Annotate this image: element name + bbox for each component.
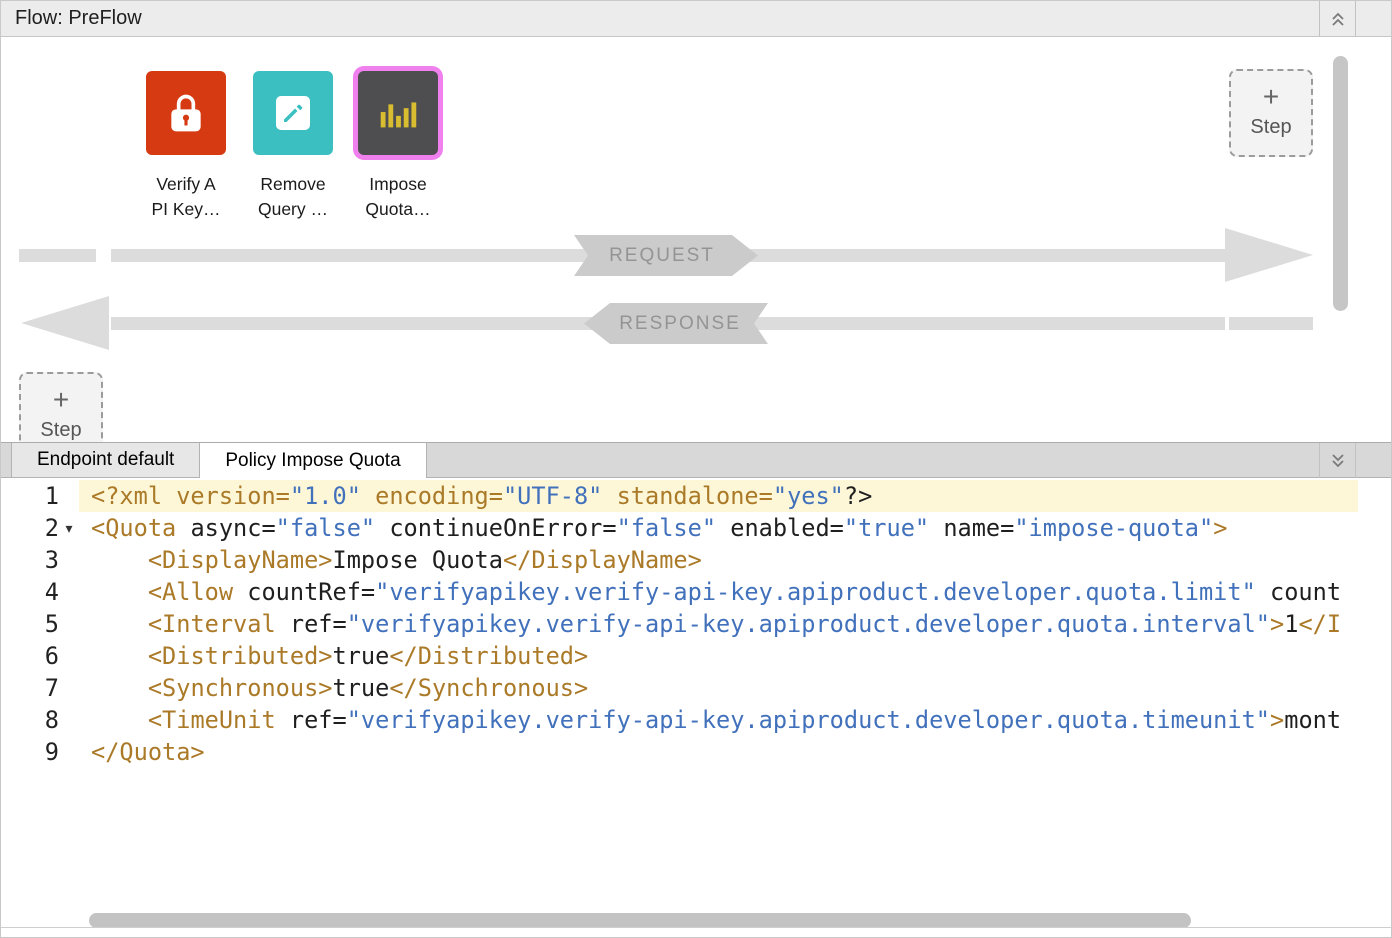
request-flow-bar-left — [19, 249, 96, 262]
code-text: <Synchronous>true</Synchronous> — [79, 672, 1358, 704]
code-line[interactable]: 4 <Allow countRef="verifyapikey.verify-a… — [1, 576, 1391, 608]
lock-icon — [146, 71, 226, 155]
code-text: </Quota> — [79, 736, 1358, 768]
editor-tab-bar: Endpoint default Policy Impose Quota — [1, 442, 1391, 478]
request-label-badge: REQUEST — [574, 235, 758, 276]
tab-endpoint-default[interactable]: Endpoint default — [11, 443, 200, 477]
line-number: 9 — [1, 736, 59, 768]
tab-policy-impose-quota[interactable]: Policy Impose Quota — [200, 443, 426, 478]
horizontal-scrollbar-thumb[interactable] — [89, 913, 1191, 928]
code-line[interactable]: 7 <Synchronous>true</Synchronous> — [1, 672, 1391, 704]
fold-spacer — [59, 672, 79, 704]
bottom-edge — [1, 927, 1391, 937]
fold-spacer — [59, 544, 79, 576]
line-number: 4 — [1, 576, 59, 608]
code-text: <?xml version="1.0" encoding="UTF-8" sta… — [79, 480, 1358, 512]
line-number: 2 — [1, 512, 59, 544]
line-number: 8 — [1, 704, 59, 736]
policy-step-verify-api-key[interactable]: Verify A PI Key… — [146, 71, 226, 155]
plus-icon: + — [53, 386, 69, 414]
response-flow-bar-right — [1229, 317, 1313, 330]
code-text: <Allow countRef="verifyapikey.verify-api… — [79, 576, 1358, 608]
policy-step-remove-query[interactable]: Remove Query … — [253, 71, 333, 155]
code-text: <TimeUnit ref="verifyapikey.verify-api-k… — [79, 704, 1358, 736]
line-number: 5 — [1, 608, 59, 640]
line-number: 6 — [1, 640, 59, 672]
code-line[interactable]: 5 <Interval ref="verifyapikey.verify-api… — [1, 608, 1391, 640]
fold-spacer — [59, 704, 79, 736]
code-line[interactable]: 1 <?xml version="1.0" encoding="UTF-8" st… — [1, 480, 1391, 512]
code-text: <DisplayName>Impose Quota</DisplayName> — [79, 544, 1358, 576]
fold-spacer — [59, 480, 79, 512]
flow-panel-header: Flow: PreFlow — [1, 1, 1391, 37]
flow-vertical-scrollbar-thumb[interactable] — [1333, 56, 1348, 311]
code-line[interactable]: 8 <TimeUnit ref="verifyapikey.verify-api… — [1, 704, 1391, 736]
request-arrow-right-icon — [1225, 228, 1313, 282]
code-line[interactable]: 6 <Distributed>true</Distributed> — [1, 640, 1391, 672]
double-chevron-down-icon — [1330, 452, 1346, 470]
fold-spacer — [59, 608, 79, 640]
code-text: <Quota async="false" continueOnError="fa… — [79, 512, 1358, 544]
fold-spacer — [59, 640, 79, 672]
line-number: 7 — [1, 672, 59, 704]
code-text: <Interval ref="verifyapikey.verify-api-k… — [79, 608, 1358, 640]
plus-icon: + — [1263, 83, 1279, 111]
collapse-editor-button[interactable] — [1319, 443, 1356, 478]
response-label-badge: RESPONSE — [584, 303, 768, 344]
add-step-button-response[interactable]: + Step — [19, 372, 103, 442]
response-arrow-left-icon — [21, 296, 109, 350]
add-step-button-request[interactable]: + Step — [1229, 69, 1313, 157]
fold-spacer — [59, 736, 79, 768]
line-number: 3 — [1, 544, 59, 576]
code-text: <Distributed>true</Distributed> — [79, 640, 1358, 672]
double-chevron-up-icon — [1330, 10, 1346, 28]
pencil-icon — [253, 71, 333, 155]
fold-arrow-icon[interactable]: ▾ — [59, 512, 79, 544]
bar-chart-icon — [358, 71, 438, 155]
code-line[interactable]: 3 <DisplayName>Impose Quota</DisplayName… — [1, 544, 1391, 576]
fold-spacer — [59, 576, 79, 608]
collapse-flow-button[interactable] — [1319, 1, 1356, 36]
policy-step-impose-quota[interactable]: Impose Quota… — [358, 71, 438, 155]
flow-canvas: Verify A PI Key… Remove Query … — [1, 38, 1391, 442]
line-number: 1 — [1, 480, 59, 512]
code-lines: 1 <?xml version="1.0" encoding="UTF-8" st… — [1, 480, 1391, 768]
flow-title: Flow: PreFlow — [15, 7, 142, 30]
code-line[interactable]: 9 </Quota> — [1, 736, 1391, 768]
code-line[interactable]: 2▾<Quota async="false" continueOnError="… — [1, 512, 1391, 544]
step-label: Impose Quota… — [318, 172, 478, 222]
apigee-flow-editor: Flow: PreFlow Verify A PI Key… — [0, 0, 1392, 938]
code-editor[interactable]: 1 <?xml version="1.0" encoding="UTF-8" st… — [1, 478, 1391, 928]
